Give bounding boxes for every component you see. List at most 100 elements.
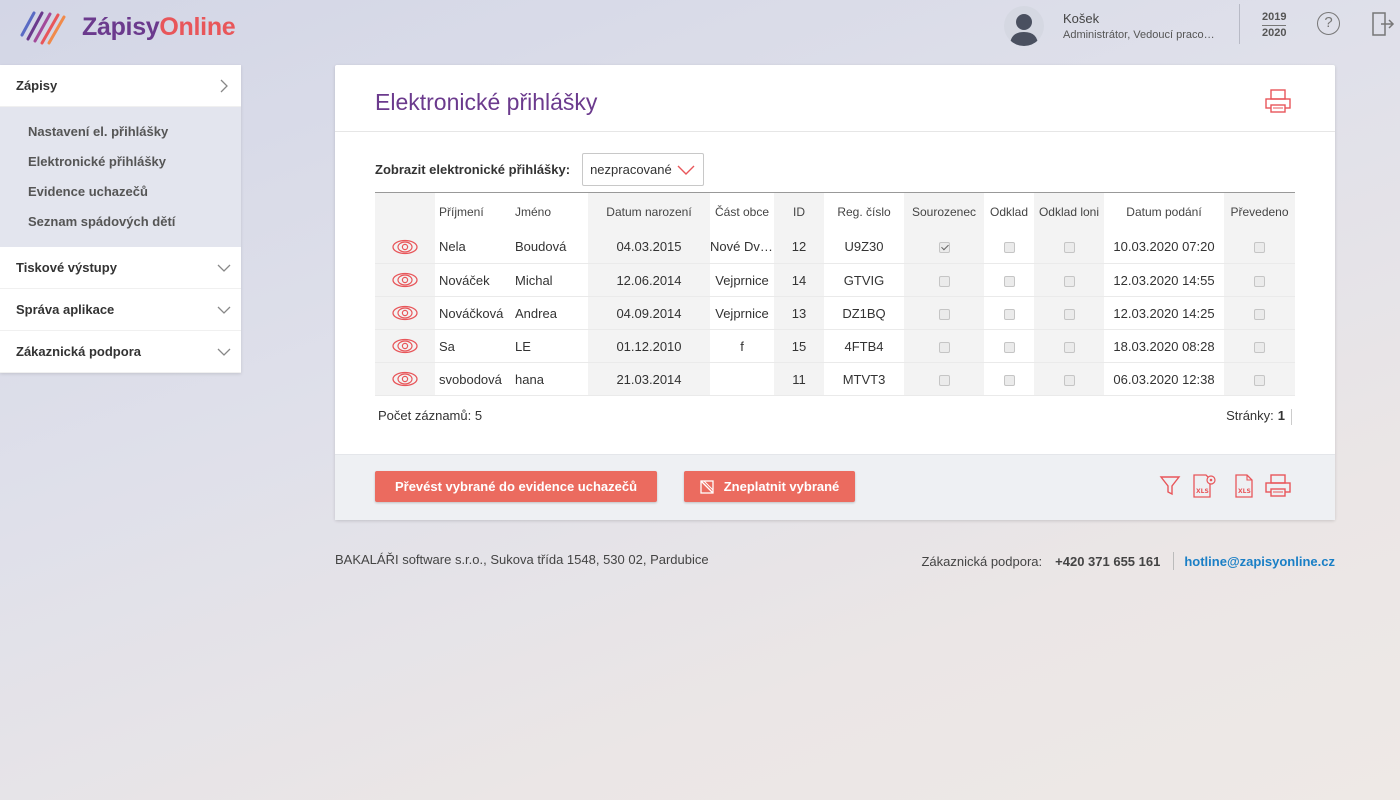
cell-jmeno: hana: [511, 362, 588, 396]
odklad-checkbox: [1003, 242, 1015, 254]
col-header-sourozenec[interactable]: Sourozenec: [904, 192, 984, 231]
cell-odklad-loni: [1034, 362, 1104, 396]
sidebar-item-spadove-deti[interactable]: Seznam spádových dětí: [0, 207, 241, 237]
cell-id: 11: [774, 362, 824, 396]
view-cell[interactable]: [375, 263, 435, 297]
sidebar-section-tiskove[interactable]: Tiskové výstupy: [0, 247, 241, 289]
table-row[interactable]: Nováčková Andrea 04.09.2014 Vejprnice 13…: [375, 296, 1295, 330]
pagination: Stránky: 1: [1226, 408, 1292, 425]
odklad-loni-checkbox: [1063, 374, 1075, 386]
cell-sourozenec: [904, 230, 984, 264]
filter-select[interactable]: nezpracované: [582, 153, 705, 186]
odklad-loni-checkbox: [1063, 308, 1075, 320]
table-row[interactable]: Nováček Michal 12.06.2014 Vejprnice 14 G…: [375, 263, 1295, 297]
view-cell[interactable]: [375, 362, 435, 396]
svg-text:XLS: XLS: [1238, 488, 1251, 495]
sidebar-section-zapisy[interactable]: Zápisy: [0, 65, 241, 107]
eye-icon[interactable]: [392, 272, 418, 288]
cell-cast-obce: [710, 362, 774, 396]
print-icon[interactable]: [1265, 471, 1291, 499]
cell-odklad: [984, 362, 1034, 396]
sourozenec-checkbox: [938, 341, 950, 353]
footer-divider: [1173, 552, 1175, 570]
logout-icon[interactable]: [1371, 12, 1395, 36]
col-header-datum-narozeni[interactable]: Datum narození: [588, 192, 710, 231]
sidebar-submenu: Nastavení el. přihlášky Elektronické při…: [0, 107, 241, 247]
app-logo[interactable]: ZápisyOnline: [20, 6, 236, 48]
view-cell[interactable]: [375, 296, 435, 330]
record-count: Počet záznamů: 5: [378, 408, 483, 423]
cell-prijmeni: Nováček: [435, 263, 511, 297]
cell-prevedeno: [1224, 329, 1295, 363]
view-cell[interactable]: [375, 329, 435, 363]
filter-row: Zobrazit elektronické přihlášky: nezprac…: [375, 153, 705, 186]
logo-icon: [20, 11, 66, 45]
cell-sourozenec: [904, 362, 984, 396]
col-header-odklad[interactable]: Odklad: [984, 192, 1034, 231]
sidebar-item-prihlasky[interactable]: Elektronické přihlášky: [0, 147, 241, 177]
page-title: Elektronické přihlášky: [375, 89, 598, 115]
odklad-loni-checkbox: [1063, 242, 1075, 254]
invalidate-selected-button[interactable]: Zneplatnit vybrané: [684, 471, 855, 502]
cell-reg-cislo: MTVT3: [824, 362, 904, 396]
view-cell[interactable]: [375, 230, 435, 264]
eye-icon[interactable]: [392, 305, 418, 321]
col-header-jmeno[interactable]: Jméno: [511, 192, 588, 231]
export-xls-icon[interactable]: XLS: [1231, 471, 1257, 499]
cell-prevedeno: [1224, 230, 1295, 264]
cell-datum-narozeni: 04.03.2015: [588, 230, 710, 264]
sidebar-section-podpora[interactable]: Zákaznická podpora: [0, 331, 241, 373]
user-profile[interactable]: Košek Administrátor, Vedoucí pracoviště: [1004, 6, 1215, 46]
col-header-prevedeno[interactable]: Převedeno: [1224, 192, 1295, 231]
support-email-link[interactable]: hotline@zapisyonline.cz: [1184, 554, 1335, 569]
sidebar-item-nastaveni[interactable]: Nastavení el. přihlášky: [0, 117, 241, 147]
cell-sourozenec: [904, 263, 984, 297]
convert-selected-button[interactable]: Převést vybrané do evidence uchazečů: [375, 471, 657, 502]
col-header-cast-obce[interactable]: Část obce: [710, 192, 774, 231]
eye-icon[interactable]: [392, 239, 418, 255]
support-label: Zákaznická podpora:: [921, 553, 1043, 569]
help-icon[interactable]: ?: [1317, 12, 1340, 35]
panel-actions: Převést vybrané do evidence uchazečů Zne…: [335, 454, 1335, 520]
school-year-switch[interactable]: 2019 2020: [1262, 10, 1287, 40]
print-icon[interactable]: [1265, 89, 1291, 113]
cell-datum-podani: 12.03.2020 14:25: [1104, 296, 1224, 330]
cell-prijmeni: Nováčková: [435, 296, 511, 330]
cell-prijmeni: svobodová: [435, 362, 511, 396]
col-header-datum-podani[interactable]: Datum podání: [1104, 192, 1224, 231]
export-xls-settings-icon[interactable]: XLS: [1191, 471, 1217, 499]
prevedeno-checkbox: [1254, 374, 1265, 386]
cell-datum-podani: 10.03.2020 07:20: [1104, 230, 1224, 264]
odklad-loni-checkbox: [1063, 341, 1075, 353]
user-icon: [1010, 14, 1038, 46]
cell-reg-cislo: GTVIG: [824, 263, 904, 297]
table-row[interactable]: Nela Boudová 04.03.2015 Nové Dvory 12 U9…: [375, 230, 1295, 264]
page-link-1[interactable]: 1: [1278, 408, 1285, 423]
cell-jmeno: LE: [511, 329, 588, 363]
cell-datum-narozeni: 21.03.2014: [588, 362, 710, 396]
invalidate-icon: [700, 479, 714, 494]
filter-icon[interactable]: [1157, 471, 1183, 499]
col-header-reg-cislo[interactable]: Reg. číslo: [824, 192, 904, 231]
col-header-odklad-loni[interactable]: Odklad loni: [1034, 192, 1104, 231]
sidebar-item-evidence[interactable]: Evidence uchazečů: [0, 177, 241, 207]
cell-prijmeni: Nela: [435, 230, 511, 264]
cell-odklad: [984, 329, 1034, 363]
user-name: Košek: [1063, 11, 1100, 26]
col-header-id[interactable]: ID: [774, 192, 824, 231]
user-role: Administrátor, Vedoucí pracoviště: [1063, 29, 1215, 41]
table-row[interactable]: Sa LE 01.12.2010 f 15 4FTB4 18.03.2020 0…: [375, 329, 1295, 363]
header-divider: [1239, 4, 1240, 44]
cell-prijmeni: Sa: [435, 329, 511, 363]
eye-icon[interactable]: [392, 338, 418, 354]
prevedeno-checkbox: [1254, 275, 1265, 287]
avatar: [1004, 6, 1044, 46]
eye-icon[interactable]: [392, 371, 418, 387]
odklad-checkbox: [1003, 374, 1015, 386]
cell-cast-obce: Vejprnice: [710, 296, 774, 330]
prevedeno-checkbox: [1254, 341, 1265, 353]
cell-cast-obce: Nové Dvory: [710, 230, 774, 264]
sidebar-section-sprava[interactable]: Správa aplikace: [0, 289, 241, 331]
col-header-prijmeni[interactable]: Příjmení: [435, 192, 511, 231]
table-row[interactable]: svobodová hana 21.03.2014 11 MTVT3 06.03…: [375, 362, 1295, 396]
